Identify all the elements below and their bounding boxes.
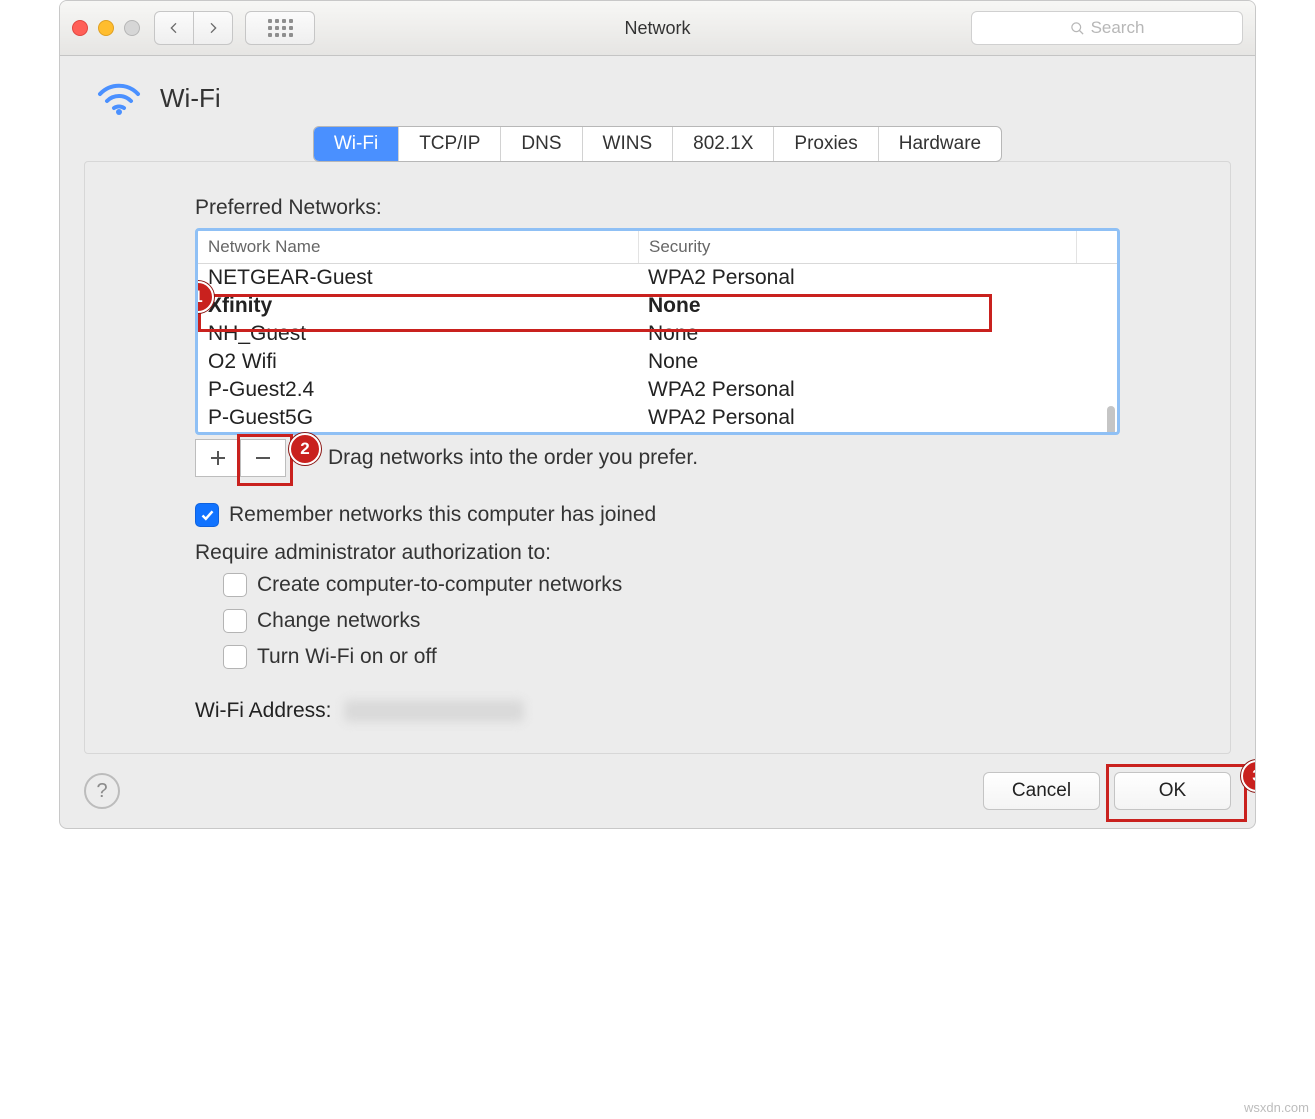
wifi-address-row: Wi-Fi Address: <box>195 699 1120 723</box>
attribution: wsxdn.com <box>1244 1100 1309 1115</box>
preferred-networks-table[interactable]: Network Name Security NETGEAR-Guest WPA2… <box>195 228 1120 435</box>
tab-8021x[interactable]: 802.1X <box>673 127 774 161</box>
cell-security: None <box>638 292 1117 320</box>
require-auth-label: Require administrator authorization to: <box>195 541 1120 565</box>
tab-wifi[interactable]: Wi-Fi <box>314 127 399 161</box>
annotation-badge-3: 3 <box>1241 760 1256 792</box>
table-row[interactable]: P-Guest5G WPA2 Personal <box>198 404 1117 432</box>
annotation-badge-2: 2 <box>289 433 321 465</box>
footer: ? Cancel OK 3 <box>84 772 1231 810</box>
preferred-networks-label: Preferred Networks: <box>195 196 1120 220</box>
table-row[interactable]: NH_Guest None <box>198 320 1117 348</box>
cell-security: WPA2 Personal <box>638 404 1117 432</box>
table-row[interactable]: NETGEAR-Guest WPA2 Personal <box>198 264 1117 292</box>
remove-network-button[interactable] <box>240 439 286 477</box>
checkbox-off <box>223 609 247 633</box>
cell-name: NETGEAR-Guest <box>198 264 638 292</box>
col-spacer <box>1077 231 1117 263</box>
pane-title: Wi-Fi <box>160 83 221 114</box>
require-change-checkbox[interactable]: Change networks <box>223 609 1120 633</box>
remember-networks-checkbox[interactable]: Remember networks this computer has join… <box>195 503 1120 527</box>
cell-security: None <box>638 348 1117 376</box>
plus-icon <box>209 449 227 467</box>
help-button[interactable]: ? <box>84 773 120 809</box>
require-toggle-checkbox[interactable]: Turn Wi-Fi on or off <box>223 645 1120 669</box>
col-network-name[interactable]: Network Name <box>198 231 639 263</box>
wifi-icon <box>96 80 142 116</box>
drag-hint: Drag networks into the order you prefer. <box>328 446 698 470</box>
require-create-checkbox[interactable]: Create computer-to-computer networks <box>223 573 1120 597</box>
cell-name: Xfinity <box>198 292 638 320</box>
cell-security: WPA2 Personal <box>638 264 1117 292</box>
checkbox-off <box>223 573 247 597</box>
require-opt-label: Change networks <box>257 609 420 633</box>
cell-name: O2 Wifi <box>198 348 638 376</box>
sheet: Wi-Fi Wi-Fi TCP/IP DNS WINS 802.1X Proxi… <box>60 56 1255 828</box>
window-title: Network <box>60 18 1255 39</box>
prefs-window: Network Search Wi-Fi Wi-Fi TCP/IP DNS <box>59 0 1256 829</box>
scrollbar[interactable] <box>1107 406 1115 432</box>
cell-security: WPA2 Personal <box>638 376 1117 404</box>
ok-button[interactable]: OK <box>1114 772 1231 810</box>
minus-icon <box>254 449 272 467</box>
check-icon <box>200 508 215 523</box>
titlebar: Network Search <box>60 1 1255 56</box>
pane-header: Wi-Fi <box>96 80 1231 116</box>
cell-name: P-Guest5G <box>198 404 638 432</box>
cell-name: NH_Guest <box>198 320 638 348</box>
cell-security: None <box>638 320 1117 348</box>
tab-wins[interactable]: WINS <box>583 127 674 161</box>
tab-proxies[interactable]: Proxies <box>774 127 878 161</box>
table-row[interactable]: Xfinity None <box>198 292 1117 320</box>
require-opt-label: Turn Wi-Fi on or off <box>257 645 437 669</box>
table-header: Network Name Security <box>198 231 1117 264</box>
tab-tcpip[interactable]: TCP/IP <box>399 127 501 161</box>
table-row[interactable]: P-Guest2.4 WPA2 Personal <box>198 376 1117 404</box>
checkbox-off <box>223 645 247 669</box>
wifi-address-label: Wi-Fi Address: <box>195 699 332 723</box>
cell-name: P-Guest2.4 <box>198 376 638 404</box>
wifi-panel: Preferred Networks: Network Name Securit… <box>84 161 1231 754</box>
wifi-address-value <box>344 700 524 722</box>
cancel-button[interactable]: Cancel <box>983 772 1100 810</box>
table-row[interactable]: O2 Wifi None <box>198 348 1117 376</box>
tab-bar: Wi-Fi TCP/IP DNS WINS 802.1X Proxies Har… <box>84 126 1231 162</box>
remember-label: Remember networks this computer has join… <box>229 503 656 527</box>
col-security[interactable]: Security <box>639 231 1077 263</box>
checkbox-on <box>195 503 219 527</box>
tab-hardware[interactable]: Hardware <box>879 127 1001 161</box>
require-opt-label: Create computer-to-computer networks <box>257 573 622 597</box>
table-body: NETGEAR-Guest WPA2 Personal Xfinity None… <box>198 264 1117 432</box>
add-network-button[interactable] <box>195 439 240 477</box>
tab-dns[interactable]: DNS <box>501 127 582 161</box>
